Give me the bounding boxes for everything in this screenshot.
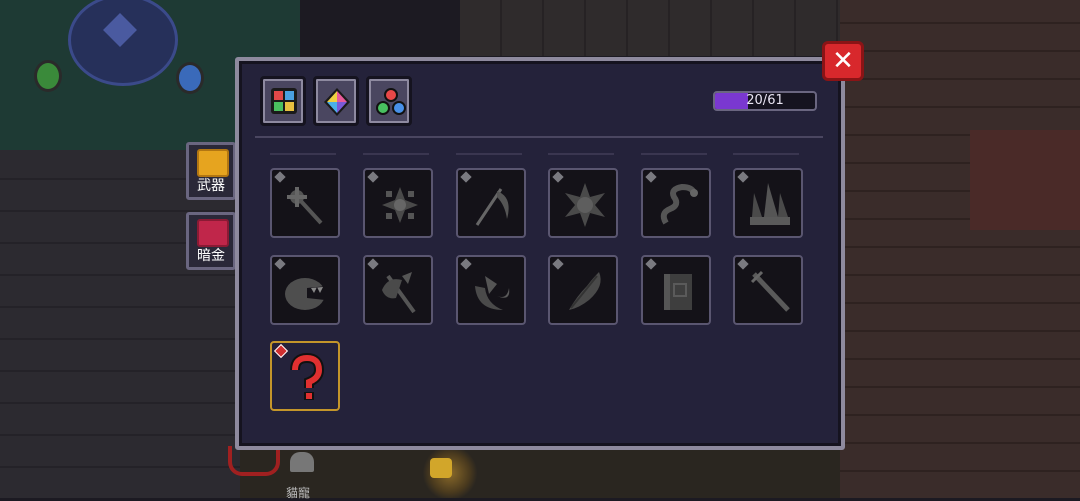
lamp bbox=[430, 458, 452, 478]
house-roof bbox=[970, 130, 1080, 230]
weapon-slot-axe[interactable] bbox=[363, 255, 433, 325]
dark-gold-icon bbox=[197, 219, 229, 247]
grid-quadrants-icon bbox=[271, 88, 297, 114]
tab-dark-gold-label: 暗金 bbox=[197, 248, 225, 264]
claw-weapon-icon bbox=[475, 276, 510, 310]
filter-orbs-button[interactable] bbox=[366, 76, 412, 126]
weapon-slot-feather-blade[interactable] bbox=[548, 255, 618, 325]
stone-wall bbox=[460, 0, 840, 56]
spiked-star-weapon-icon bbox=[565, 183, 605, 227]
progress-text: 20/61 bbox=[746, 93, 784, 108]
axe-weapon-icon bbox=[382, 272, 416, 314]
brick-wall bbox=[840, 0, 1080, 498]
spellbook-weapon-icon bbox=[664, 274, 692, 310]
red-decoration bbox=[228, 446, 280, 476]
column-divider bbox=[641, 153, 707, 155]
weapon-slot-chomper[interactable] bbox=[270, 255, 340, 325]
column-divider bbox=[363, 153, 429, 155]
tab-dark-gold[interactable]: 暗金 bbox=[186, 212, 236, 270]
colored-orbs-icon bbox=[376, 88, 406, 115]
column-divider bbox=[548, 153, 614, 155]
stone-floor bbox=[0, 150, 240, 498]
column-divider bbox=[456, 153, 522, 155]
rainbow-gem-icon bbox=[324, 88, 350, 116]
shuriken-weapon-icon bbox=[382, 187, 418, 223]
blue-gem-pedestal bbox=[176, 62, 204, 94]
mushroom-npc bbox=[290, 452, 314, 472]
mace-weapon-icon bbox=[287, 187, 323, 225]
ship-blades-weapon-icon bbox=[750, 183, 790, 225]
weapon-slot-ship-blades[interactable] bbox=[733, 168, 803, 238]
green-gem-pedestal bbox=[34, 60, 62, 92]
question-mark-icon bbox=[290, 352, 325, 400]
tab-weapons[interactable]: 武器 bbox=[186, 142, 236, 200]
weapon-slot-shuriken[interactable] bbox=[363, 168, 433, 238]
sword-weapon-icon bbox=[750, 270, 790, 312]
floor-bottom bbox=[240, 450, 840, 498]
npc-label: 貓寵 bbox=[286, 486, 311, 500]
collection-progress-bar: 20/61 bbox=[713, 91, 817, 111]
close-button[interactable]: ✕ bbox=[822, 41, 864, 81]
column-divider bbox=[733, 153, 799, 155]
sword-emblem-icon bbox=[197, 149, 229, 177]
filter-all-button[interactable] bbox=[260, 76, 306, 126]
serpent-whip-weapon-icon bbox=[660, 183, 698, 225]
column-divider bbox=[270, 153, 336, 155]
header-divider bbox=[255, 136, 823, 138]
weapon-slot-mace[interactable] bbox=[270, 168, 340, 238]
weapon-slot-serpent-whip[interactable] bbox=[641, 168, 711, 238]
filter-gem-button[interactable] bbox=[313, 76, 359, 126]
weapon-slot-scythe[interactable] bbox=[456, 168, 526, 238]
weapon-slot-sword[interactable] bbox=[733, 255, 803, 325]
tab-weapons-label: 武器 bbox=[197, 178, 225, 194]
scythe-weapon-icon bbox=[475, 188, 509, 226]
weapon-slot-spiked-star[interactable] bbox=[548, 168, 618, 238]
chomper-weapon-icon bbox=[285, 278, 327, 310]
weapon-slot-claw[interactable] bbox=[456, 255, 526, 325]
weapon-slot-spellbook[interactable] bbox=[641, 255, 711, 325]
close-icon: ✕ bbox=[832, 46, 854, 76]
weapon-slot-unknown[interactable] bbox=[270, 341, 340, 411]
feather-blade-weapon-icon bbox=[569, 272, 601, 310]
